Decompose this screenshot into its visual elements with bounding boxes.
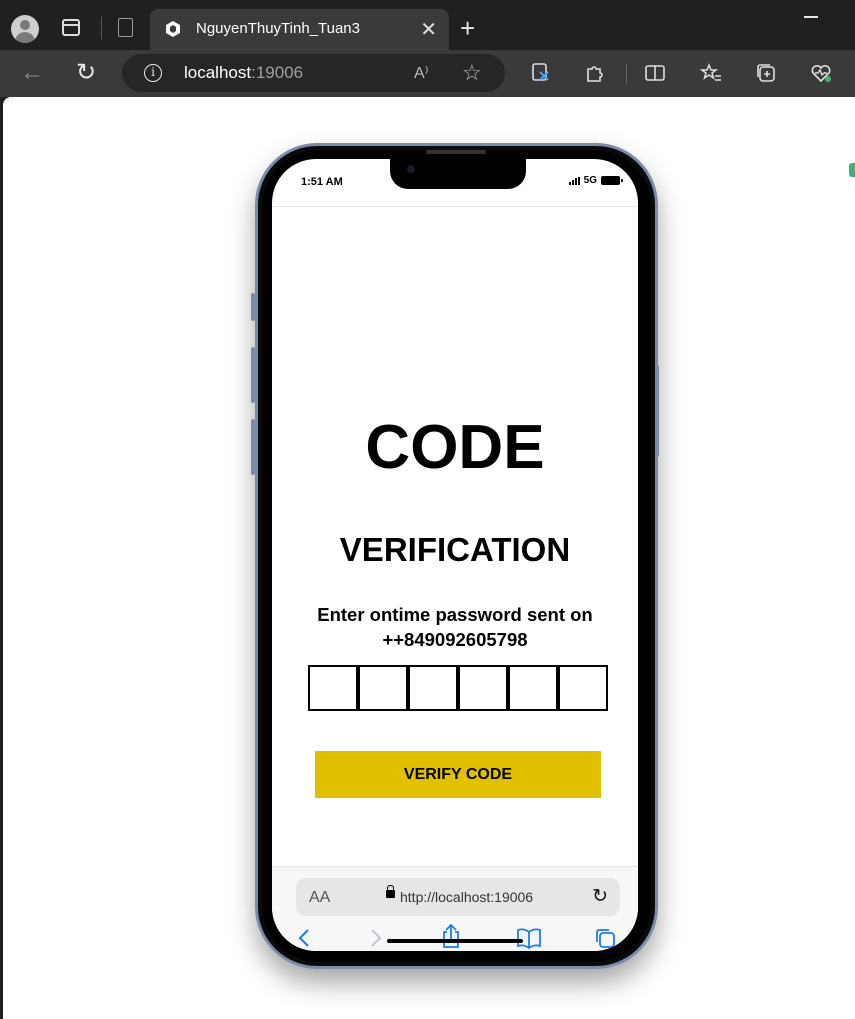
tab-title: NguyenThuyTinh_Tuan3: [196, 20, 360, 37]
divider: [101, 17, 102, 39]
otp-digit-input[interactable]: [558, 665, 608, 711]
address-bar[interactable]: i localhost:19006 A⁾ ☆: [122, 54, 505, 92]
camera-icon: [407, 165, 415, 173]
favicon: [166, 21, 180, 37]
otp-digit-input[interactable]: [408, 665, 458, 711]
otp-input-group: [308, 665, 608, 711]
otp-digit-input[interactable]: [508, 665, 558, 711]
collections-icon[interactable]: [755, 62, 777, 84]
address-text[interactable]: localhost:19006: [184, 63, 303, 83]
safari-reload-icon[interactable]: ↻: [592, 885, 608, 908]
divider: [626, 64, 627, 84]
text-size-button[interactable]: AA: [309, 889, 330, 907]
reload-icon[interactable]: ↻: [76, 58, 96, 87]
split-screen-icon[interactable]: [644, 62, 666, 84]
safari-url[interactable]: http://localhost:19006: [400, 889, 533, 905]
share-icon[interactable]: [440, 923, 462, 949]
minimize-button[interactable]: [804, 16, 818, 18]
tabs-icon[interactable]: [62, 19, 80, 36]
status-time: 1:51 AM: [301, 176, 343, 188]
speaker-grille: [426, 150, 486, 154]
safari-address-bar[interactable]: AA http://localhost:19006 ↻: [296, 878, 620, 916]
network-label: 5G: [583, 175, 597, 186]
favorite-star-icon[interactable]: ☆: [462, 60, 482, 86]
phone-screen: 1:51 AM 5G CODE VERIFICATION Enter ontim…: [272, 159, 638, 951]
page-icon[interactable]: [118, 18, 133, 37]
puzzle-icon[interactable]: [584, 62, 606, 84]
battery-icon: [601, 176, 623, 185]
home-indicator[interactable]: [387, 939, 523, 943]
info-icon[interactable]: i: [144, 64, 162, 82]
new-tab-button[interactable]: +: [460, 13, 475, 44]
otp-digit-input[interactable]: [458, 665, 508, 711]
bookmarks-icon[interactable]: [516, 927, 542, 949]
verify-code-button[interactable]: VERIFY CODE: [315, 751, 601, 798]
signal-icon: [568, 176, 580, 185]
page-viewport: 1:51 AM 5G CODE VERIFICATION Enter ontim…: [3, 97, 855, 1019]
page-subtitle: VERIFICATION: [339, 531, 571, 568]
profile-icon[interactable]: [11, 15, 39, 43]
favorites-icon[interactable]: [700, 62, 722, 84]
browser-toolbar: ← ↻ i localhost:19006 A⁾ ☆: [0, 50, 855, 97]
tabs-overview-icon[interactable]: [594, 927, 616, 949]
health-icon[interactable]: [810, 62, 832, 84]
notch: [390, 159, 526, 189]
lock-icon: [386, 885, 395, 898]
page-title: CODE: [365, 413, 545, 482]
active-tab[interactable]: NguyenThuyTinh_Tuan3 ✕: [150, 9, 449, 50]
safari-forward-icon[interactable]: [368, 927, 384, 949]
instruction-text: Enter ontime password sent on ++84909260…: [317, 604, 593, 650]
safari-back-icon[interactable]: [296, 927, 312, 949]
browser-tab-bar: NguyenThuyTinh_Tuan3 ✕ +: [0, 0, 855, 50]
read-aloud-icon[interactable]: A⁾: [414, 63, 429, 83]
status-indicators: 5G: [568, 175, 623, 186]
extension-icon[interactable]: [530, 62, 552, 84]
close-icon[interactable]: ✕: [420, 17, 437, 42]
otp-digit-input[interactable]: [358, 665, 408, 711]
side-badge: [849, 163, 855, 177]
back-icon[interactable]: ←: [20, 59, 44, 87]
otp-digit-input[interactable]: [308, 665, 358, 711]
